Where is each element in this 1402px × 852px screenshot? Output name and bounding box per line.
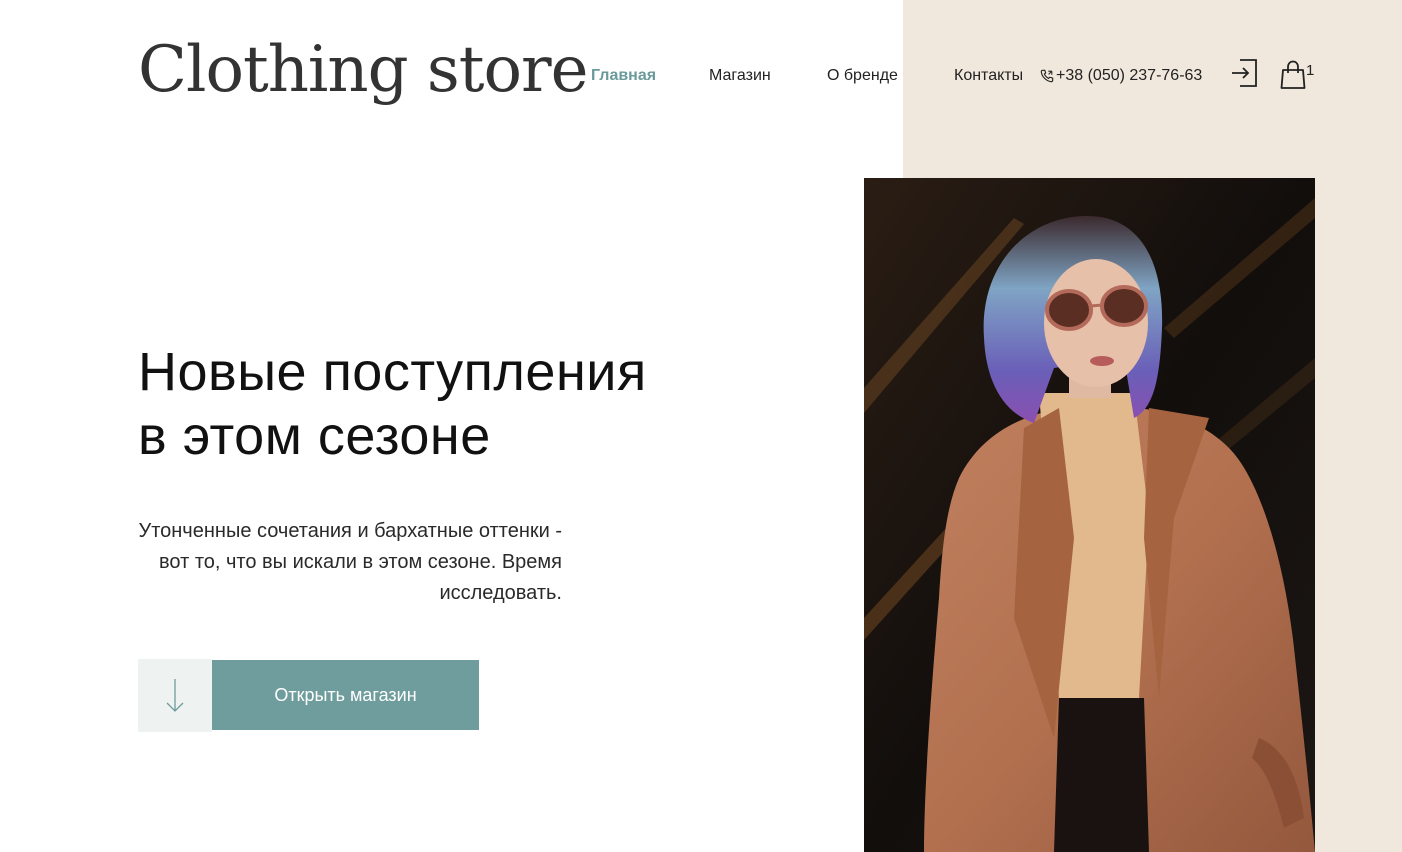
site-logo[interactable]: Clothing store xyxy=(138,28,588,112)
phone-icon xyxy=(1040,69,1054,83)
hero-title-line-2: в этом сезоне xyxy=(138,406,491,466)
open-shop-button[interactable]: Открыть магазин xyxy=(212,660,479,730)
cart-button[interactable]: 1 xyxy=(1280,58,1320,90)
nav-item-home[interactable]: Главная xyxy=(591,66,656,86)
hero-description: Утонченные сочетания и бархатные оттенки… xyxy=(138,520,563,604)
woman-in-brown-coat-photo xyxy=(864,178,1315,852)
nav-item-about-brand[interactable]: О бренде xyxy=(827,66,898,86)
shopping-bag-icon xyxy=(1280,60,1306,89)
sign-in-icon[interactable] xyxy=(1230,58,1258,88)
cart-count-badge: 1 xyxy=(1306,62,1315,79)
nav-item-shop[interactable]: Магазин xyxy=(709,66,771,86)
hero-title: Новые поступления в этом сезоне xyxy=(138,340,778,468)
nav-item-contacts[interactable]: Контакты xyxy=(954,66,1023,86)
arrow-down-icon xyxy=(166,679,184,712)
hero-title-line-1: Новые поступления xyxy=(138,342,647,402)
phone-contact[interactable]: +38 (050) 237-76-63 xyxy=(1040,66,1202,86)
phone-number: +38 (050) 237-76-63 xyxy=(1056,67,1203,84)
scroll-down-button[interactable] xyxy=(138,659,212,732)
